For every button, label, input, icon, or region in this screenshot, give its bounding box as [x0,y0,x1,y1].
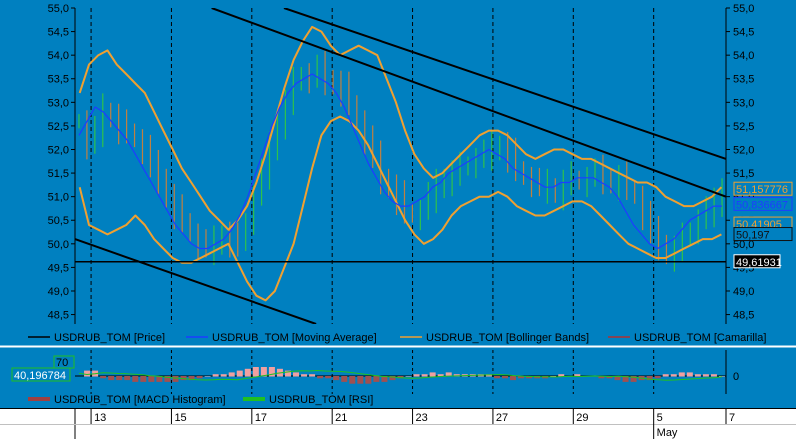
y-tick-label: 48,5 [733,310,754,322]
date-label: 17 [255,412,267,424]
y-tick-label: 54,0 [733,50,754,62]
macd-bar [212,374,219,377]
y-tick-label: 51,0 [48,192,69,204]
macd-bar [654,376,661,379]
main-plot-background [0,0,796,346]
legend-swatch [28,397,50,401]
macd-bar [333,376,340,381]
macd-bar [244,368,251,377]
y-tick-label: 53,0 [48,97,69,109]
y-tick-label: 51,5 [48,168,69,180]
y-tick-label: 53,5 [48,74,69,86]
macd-bar [349,376,356,384]
date-axis: 13 15 17 21 23 27 29 5 7 May [0,408,796,439]
macd-bar [148,376,155,382]
macd-bar [236,370,243,377]
macd-bar [140,376,147,382]
macd-bar [309,374,316,377]
macd-bar [116,376,123,381]
y-tick-label: 50,0 [48,239,69,251]
macd-bar [132,376,139,382]
macd-bar [204,376,211,377]
macd-bar [413,374,420,377]
macd-bar [325,376,332,379]
legend-label: USDRUB_TOM [Bollinger Bands] [426,332,589,344]
macd-bar [694,374,701,377]
macd-bar [670,374,677,377]
macd-bar [108,376,115,381]
y-tick-label: 54,5 [48,27,69,39]
macd-bar [220,374,227,377]
macd-bar [702,374,709,377]
macd-bar [678,372,685,377]
macd-bar [84,370,91,377]
y-tick-label: 52,5 [733,121,754,133]
legend-label: USDRUB_TOM [RSI] [269,394,373,406]
rsi-level-label: 70 [56,357,68,369]
macd-bar [317,376,324,379]
macd-bar [301,374,308,377]
date-label: 29 [576,412,588,424]
y-tick-label: 52,5 [48,121,69,133]
date-label: 15 [174,412,186,424]
date-label: 13 [94,412,106,424]
macd-bar [686,372,693,377]
y-tick-label: 54,0 [48,50,69,62]
y-tick-label: 49,0 [48,286,69,298]
macd-bar [501,376,508,379]
macd-bar [718,376,725,377]
y-tick-label: 52,0 [48,144,69,156]
rsi-value-label: 40,196784 [14,370,66,382]
macd-bar [252,367,259,377]
price-label: 50,197 [736,230,770,242]
y-tick-label: 55,0 [48,3,69,15]
macd-bar [405,376,412,377]
macd-bar [341,376,348,382]
macd-bar [196,376,203,379]
legend-label: USDRUB_TOM [Camarilla] [634,332,766,344]
macd-bar [293,372,300,377]
y-tick-label: 53,0 [733,97,754,109]
indicator-legend: USDRUB_TOM [MACD Histogram] USDRUB_TOM [R… [28,394,373,406]
legend-swatch [243,397,265,401]
macd-bar [421,374,428,377]
y-tick-label: 53,5 [733,74,754,86]
y-tick-label: 55,0 [733,3,754,15]
macd-bar [100,376,107,379]
macd-bar [357,376,364,384]
macd-bar [365,376,372,384]
legend-label: USDRUB_TOM [Moving Average] [212,332,377,344]
date-label: 21 [335,412,347,424]
y-tick-label: 48,5 [48,310,69,322]
y-tick-label: 49,5 [48,262,69,274]
macd-bar [172,376,179,382]
macd-bar [510,376,517,381]
indicator-zero-label: 0 [733,371,739,383]
y-tick-label: 52,0 [733,144,754,156]
y-tick-label: 54,5 [733,27,754,39]
date-label: 27 [496,412,508,424]
macd-bar [710,374,717,377]
y-tick-label: 49,0 [733,286,754,298]
legend-label: USDRUB_TOM [MACD Histogram] [54,394,226,406]
month-label: May [657,427,678,439]
macd-bar [429,372,436,377]
y-tick-label: 50,5 [48,215,69,227]
price-label: 51,157776 [736,184,788,196]
chart-canvas[interactable]: 55,0 54,5 54,0 53,5 53,0 52,5 52,0 51,5 51,0 50,5… [0,0,796,439]
macd-bar [228,372,235,377]
price-label: 50,836667 [736,199,788,211]
date-label: 23 [416,412,428,424]
macd-bar [662,374,669,377]
date-label: 5 [657,412,663,424]
macd-bar [373,376,380,382]
price-label: 49,61931 [736,257,782,269]
date-label: 7 [729,412,735,424]
macd-bar [493,376,500,379]
legend-label: USDRUB_TOM [Price] [54,332,165,344]
macd-bar [124,376,131,381]
y-tick-label: 51,5 [733,168,754,180]
